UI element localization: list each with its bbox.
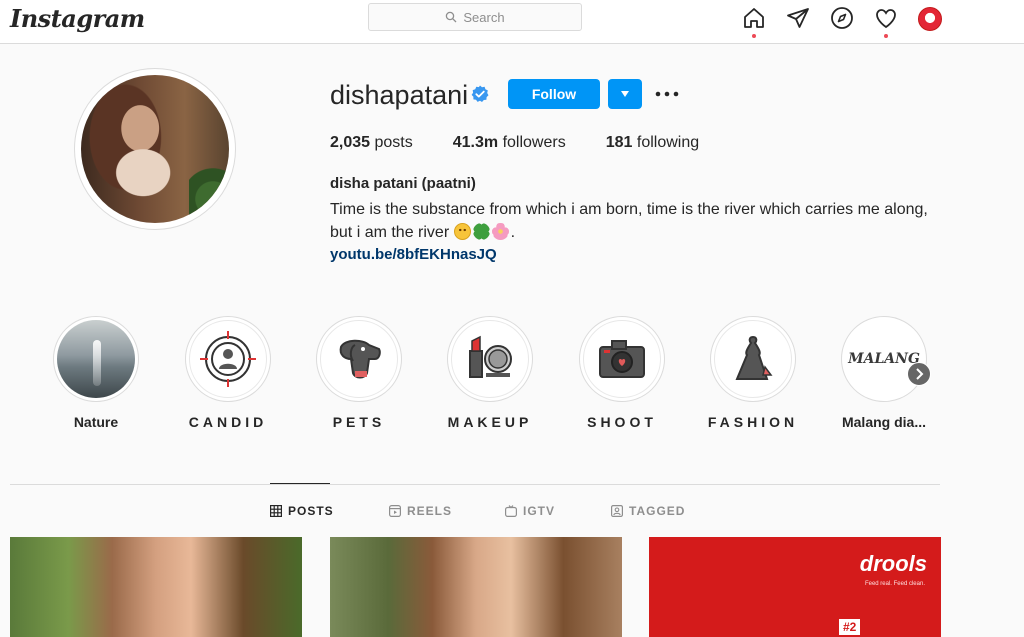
- dog-icon: [339, 339, 381, 379]
- home-icon: [744, 8, 764, 28]
- profile-external-link[interactable]: youtu.be/8bfEKHnasJQ: [330, 246, 497, 263]
- home-button[interactable]: [740, 4, 768, 38]
- lipstick-mirror-icon: [469, 335, 512, 378]
- drools-logo: drools: [859, 551, 927, 576]
- four-leaf-clover-emoji-icon: [472, 223, 490, 240]
- tab-label: POSTS: [288, 504, 334, 518]
- post-thumbnail[interactable]: [330, 537, 622, 637]
- tabs-divider: [10, 484, 940, 485]
- following-link[interactable]: 181 following: [606, 134, 699, 152]
- tab-tagged[interactable]: TAGGED: [611, 504, 685, 518]
- direct-button[interactable]: [784, 4, 812, 32]
- post-thumbnail[interactable]: drools Feed real. Feed clean. #2: [649, 537, 941, 637]
- search-input[interactable]: Search: [368, 3, 582, 31]
- highlight-label: MAKEUP: [447, 414, 533, 430]
- blossom-emoji-icon: [491, 223, 509, 240]
- direct-icon: [787, 8, 809, 28]
- highlight-label: FASHION: [707, 414, 799, 430]
- explore-button[interactable]: [828, 4, 856, 32]
- followers-link[interactable]: 41.3m followers: [453, 134, 566, 152]
- active-tab-indicator: [270, 483, 330, 484]
- highlight-label: CANDID: [188, 414, 268, 430]
- tab-label: IGTV: [523, 504, 556, 518]
- heart-icon: [876, 9, 896, 29]
- profile-bio: Time is the substance from which i am bo…: [330, 201, 928, 241]
- camera-icon: [599, 340, 645, 378]
- highlight-label: Nature: [73, 414, 119, 430]
- verified-badge-icon: [471, 85, 489, 102]
- highlight-pets[interactable]: PETS: [309, 316, 409, 430]
- candid-camera-target-icon: [200, 331, 256, 387]
- highlights-next-button[interactable]: [907, 362, 931, 386]
- bio-line-1: Time is the substance from which i am bo…: [330, 201, 928, 218]
- highlight-makeup[interactable]: MAKEUP: [440, 316, 540, 430]
- tab-reels[interactable]: REELS: [389, 504, 452, 518]
- smiling-face-emoji-icon: [453, 223, 471, 240]
- top-nav: Instagram Search: [0, 0, 1024, 44]
- highlight-label: Malang dia...: [841, 414, 926, 430]
- tab-label: REELS: [407, 504, 453, 518]
- malang-logo-image: MALANG: [845, 320, 923, 398]
- nature-highlight-image: [57, 320, 135, 398]
- chevron-right-icon: [916, 368, 924, 380]
- triangle-down-icon: [621, 91, 629, 97]
- drools-tagline: Feed real. Feed clean.: [864, 581, 925, 587]
- highlight-candid[interactable]: CANDID: [178, 316, 278, 430]
- user-avatar: [918, 6, 942, 31]
- more-dots-icon: [655, 91, 679, 97]
- profile-avatar: [81, 75, 229, 223]
- reels-icon: [389, 505, 401, 517]
- profile-avatar-ring[interactable]: [74, 68, 236, 230]
- follow-button[interactable]: Follow: [508, 79, 600, 109]
- profile-username: dishapatani: [330, 80, 469, 110]
- highlight-nature[interactable]: Nature: [46, 316, 146, 430]
- dress-icon: [735, 335, 773, 380]
- highlight-label: SHOOT: [587, 414, 657, 430]
- posts-count: 2,035 posts: [330, 134, 413, 151]
- grid-icon: [270, 505, 282, 517]
- post-thumbnail[interactable]: [10, 537, 302, 637]
- search-icon: [446, 11, 457, 23]
- igtv-icon: [505, 505, 517, 517]
- notification-dot: [752, 34, 756, 38]
- tab-label: TAGGED: [629, 504, 686, 518]
- ad-rank-badge: #2: [839, 619, 861, 635]
- bio-line-2: but i am the river: [330, 224, 450, 241]
- more-options-button[interactable]: [654, 84, 680, 104]
- search-placeholder: Search: [463, 9, 505, 25]
- tagged-user-icon: [611, 505, 623, 517]
- notification-dot: [884, 34, 888, 38]
- highlight-shoot[interactable]: SHOOT: [572, 316, 672, 430]
- profile-stats: 2,035 posts 41.3m followers 181 followin…: [330, 134, 739, 152]
- instagram-logo[interactable]: Instagram: [10, 4, 145, 33]
- profile-full-name: disha patani (paatni): [330, 175, 476, 192]
- tab-posts[interactable]: POSTS: [270, 504, 334, 518]
- compass-icon: [831, 7, 853, 29]
- tab-igtv[interactable]: IGTV: [505, 504, 555, 518]
- profile-menu-button[interactable]: [916, 4, 944, 32]
- suggested-accounts-button[interactable]: [608, 79, 642, 109]
- activity-button[interactable]: [872, 4, 900, 38]
- highlight-fashion[interactable]: FASHION: [703, 316, 803, 430]
- highlight-label: PETS: [332, 414, 386, 430]
